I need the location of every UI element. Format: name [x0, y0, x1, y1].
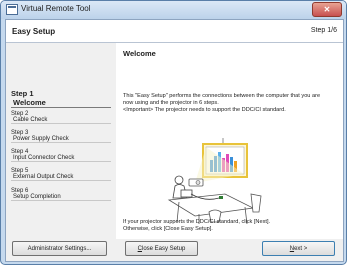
sidebar-step-3: Step 3 Power Supply Check	[11, 130, 111, 143]
title-bar[interactable]: Virtual Remote Tool ✕	[1, 1, 346, 19]
close-easy-setup-button[interactable]: Close Easy Setup	[125, 241, 198, 256]
chair	[250, 193, 262, 213]
step-name: Welcome	[13, 98, 46, 107]
sidebar-step-5: Step 5 External Output Check	[11, 168, 111, 181]
next-button[interactable]: Next >	[262, 241, 335, 256]
important-note: <Important> The projector needs to suppo…	[123, 107, 286, 113]
laptop	[180, 189, 193, 198]
welcome-heading: Welcome	[123, 49, 156, 58]
administrator-settings-button[interactable]: Administrator Settings...	[12, 241, 107, 256]
page-title: Easy Setup	[12, 27, 56, 36]
intro-line: This "Easy Setup" performs the connectio…	[123, 93, 321, 99]
intro-line: now using and the projector in 6 steps.	[123, 100, 219, 106]
window-title: Virtual Remote Tool	[21, 4, 91, 13]
welcome-panel: Welcome This "Easy Setup" performs the c…	[116, 43, 343, 239]
instruction-text: If your projector supports the DDC/CI st…	[123, 219, 337, 233]
projector-lens	[195, 180, 201, 185]
sidebar-step-2: Step 2 Cable Check	[11, 111, 111, 124]
sidebar-step-1: Step 1 Welcome	[11, 89, 111, 108]
instruction-line: If your projector supports the DDC/CI st…	[123, 219, 271, 225]
step-sidebar: Step 1 Welcome Step 2 Cable Check Step 3…	[6, 43, 116, 239]
connector	[219, 196, 223, 199]
intro-text: This "Easy Setup" performs the connectio…	[123, 93, 337, 114]
step-name: Input Connector Check	[13, 155, 75, 161]
step-name: Power Supply Check	[13, 136, 69, 142]
button-label: ext >	[294, 246, 308, 252]
close-window-button[interactable]: ✕	[312, 2, 342, 17]
button-label: lose Easy Setup	[141, 246, 186, 252]
wizard-header: Easy Setup Step 1/6	[6, 20, 343, 43]
sidebar-step-6: Step 6 Setup Completion	[11, 188, 111, 201]
step-name: Setup Completion	[13, 194, 61, 200]
step-indicator: Step 1/6	[310, 27, 337, 34]
step-name: External Output Check	[13, 174, 74, 180]
app-window: Virtual Remote Tool ✕ Easy Setup Step 1/…	[0, 0, 347, 265]
instruction-line: Otherwise, click [Close Easy Setup].	[123, 226, 213, 232]
step-name: Cable Check	[13, 117, 48, 123]
sidebar-step-4: Step 4 Input Connector Check	[11, 149, 111, 162]
close-icon: ✕	[323, 5, 331, 14]
step-number: Step 1	[11, 89, 34, 98]
projector-setup-illustration	[167, 138, 262, 225]
app-window-icon	[6, 4, 18, 15]
person-head	[174, 175, 184, 185]
client-area: Easy Setup Step 1/6 Step 1 Welcome Step …	[5, 19, 344, 262]
